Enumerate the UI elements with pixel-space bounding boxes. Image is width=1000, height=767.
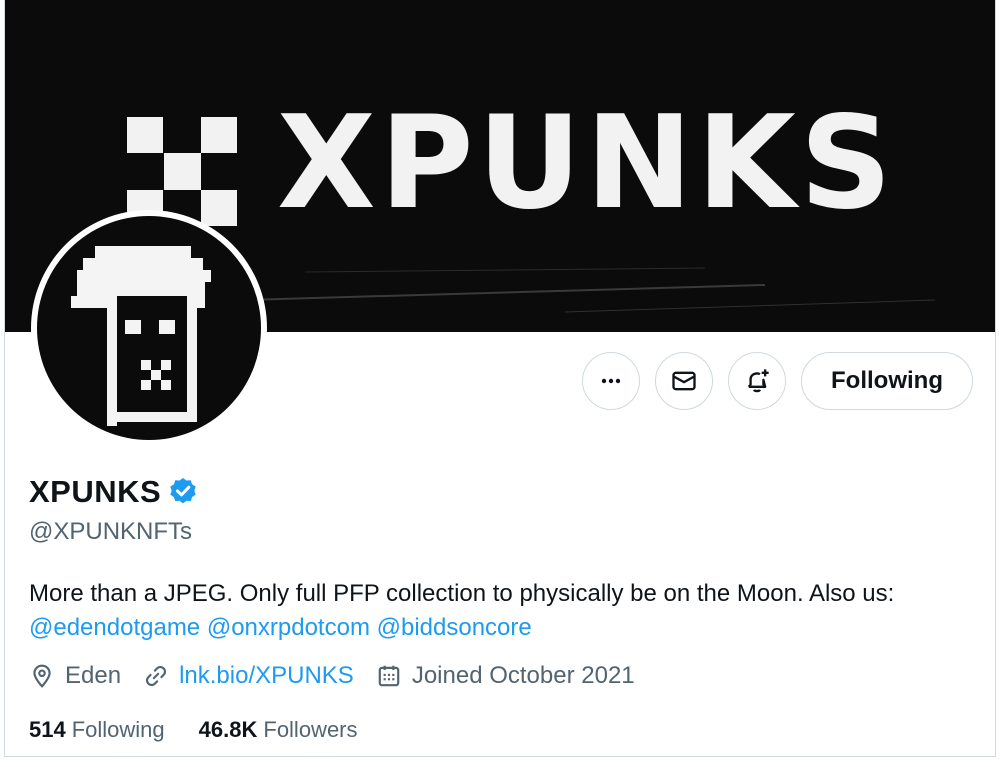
notifications-button[interactable] — [728, 352, 786, 410]
following-label: Following — [71, 717, 165, 742]
banner-title: XPUNKS — [277, 89, 896, 238]
bell-plus-icon — [747, 369, 769, 393]
name-row: XPUNKS — [29, 474, 199, 510]
avatar-image — [37, 216, 261, 440]
link-icon — [146, 665, 167, 687]
bio-mention-edendotgame[interactable]: @edendotgame — [29, 614, 200, 641]
display-name: XPUNKS — [29, 474, 162, 509]
followers-count: 46.8K — [198, 717, 258, 742]
more-icon — [601, 378, 621, 384]
calendar-icon — [378, 665, 400, 687]
bio-text: More than a JPEG. Only full PFP collecti… — [29, 580, 895, 607]
followers-stat[interactable]: 46.8K Followers — [199, 717, 358, 743]
pixel-punk-icon — [71, 246, 211, 426]
following-stat[interactable]: 514 Following — [29, 717, 165, 743]
joined-text: Joined October 2021 — [411, 662, 635, 689]
avatar[interactable] — [31, 210, 267, 446]
message-button[interactable] — [655, 352, 713, 410]
profile-card: XPUNKS Following XPUNKS @XPUNKNFTs More … — [4, 0, 996, 757]
location-text: Eden — [65, 662, 122, 689]
mail-icon — [672, 371, 696, 391]
following-button[interactable]: Following — [801, 352, 973, 410]
profile-stats: 514 Following 46.8K Followers — [29, 717, 392, 743]
profile-meta: Eden lnk.bio/XPUNKS Joined October 2021 — [29, 662, 657, 690]
following-count: 514 — [29, 717, 66, 742]
location-item: Eden — [29, 662, 121, 690]
location-pin-icon — [33, 664, 51, 688]
joined-item: Joined October 2021 — [376, 662, 635, 690]
more-button[interactable] — [582, 352, 640, 410]
verified-badge-icon[interactable] — [167, 476, 199, 508]
bio-mention-biddsoncore[interactable]: @biddsoncore — [377, 614, 532, 641]
bio-mention-onxrpdotcom[interactable]: @onxrpdotcom — [207, 614, 370, 641]
user-handle: @XPUNKNFTs — [29, 518, 193, 545]
profile-bio: More than a JPEG. Only full PFP collecti… — [29, 577, 979, 645]
followers-label: Followers — [263, 717, 358, 742]
website-link[interactable]: lnk.bio/XPUNKS — [179, 662, 354, 690]
website-item: lnk.bio/XPUNKS — [143, 662, 354, 690]
